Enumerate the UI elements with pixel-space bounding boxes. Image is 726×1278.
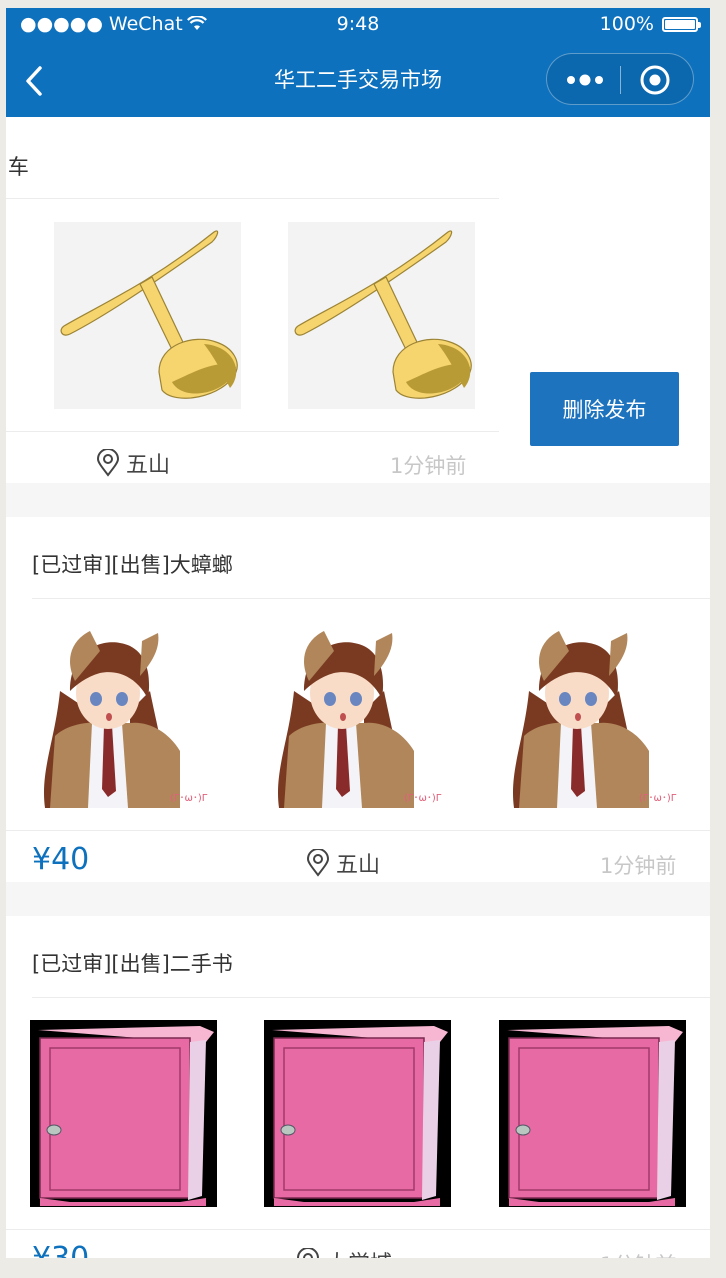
listing-title: [已过审][出售]二手书: [32, 952, 233, 976]
divider: [32, 997, 710, 998]
listing-card[interactable]: l车: [6, 117, 710, 483]
listing-image[interactable]: (Γ･ω･)Γ: [30, 621, 217, 808]
price: ¥40: [32, 842, 90, 877]
svg-text:(Γ･ω･)Γ: (Γ･ω･)Γ: [170, 793, 208, 804]
capsule-divider: [620, 66, 621, 94]
battery-status: 100%: [599, 13, 701, 35]
location: 大学城: [296, 1246, 392, 1258]
location: 五山: [96, 447, 170, 479]
listing-title: l车: [6, 155, 29, 179]
battery-percent: 100%: [599, 13, 654, 35]
listing-image[interactable]: (Γ･ω･)Γ: [264, 621, 451, 808]
listing-image[interactable]: (Γ･ω･)Γ: [499, 621, 686, 808]
listing-card[interactable]: [已过审][出售]大蟑螂 (Γ･ω･)Γ (Γ･ω･)Γ (Γ･ω･)Γ ¥40…: [6, 517, 710, 882]
post-time: 1分钟前: [600, 854, 677, 878]
location-label: 五山: [336, 853, 381, 878]
swiped-content[interactable]: l车: [6, 117, 499, 483]
more-dots-icon[interactable]: [565, 70, 609, 90]
post-time: 1分钟前: [600, 1249, 676, 1258]
listing-image[interactable]: [288, 222, 475, 409]
divider: [6, 198, 499, 199]
location-label: 大学城: [326, 1246, 392, 1258]
divider: [6, 431, 499, 432]
location-pin-icon: [296, 1248, 320, 1258]
post-time: 1分钟前: [390, 454, 467, 478]
listing-image[interactable]: [30, 1020, 217, 1207]
divider: [6, 830, 710, 831]
listing-image[interactable]: [264, 1020, 451, 1207]
close-target-icon[interactable]: [639, 64, 671, 96]
divider: [32, 598, 710, 599]
battery-icon: [662, 16, 701, 32]
location: 五山: [306, 847, 380, 879]
location-pin-icon: [306, 849, 330, 877]
listing-title: [已过审][出售]大蟑螂: [32, 553, 233, 577]
mini-program-capsule: [546, 53, 694, 105]
price: ¥30: [32, 1241, 89, 1258]
listing-image[interactable]: [499, 1020, 686, 1207]
svg-text:(Γ･ω･)Γ: (Γ･ω･)Γ: [404, 793, 442, 804]
status-bar: ●●●●● WeChat 9:48 100%: [6, 8, 710, 42]
listing-image[interactable]: [54, 222, 241, 409]
delete-post-button[interactable]: 删除发布: [530, 372, 679, 446]
phone-screen: ●●●●● WeChat 9:48 100% 华工二手交易市场 车 五山 1分钟…: [6, 8, 710, 1258]
top-bar: ●●●●● WeChat 9:48 100% 华工二手交易市场: [6, 8, 710, 117]
svg-text:(Γ･ω･)Γ: (Γ･ω･)Γ: [639, 793, 677, 804]
location-label: 五山: [126, 453, 171, 478]
divider: [6, 1229, 710, 1230]
location-pin-icon: [96, 449, 120, 477]
listing-card[interactable]: [已过审][出售]二手书: [6, 916, 710, 1258]
